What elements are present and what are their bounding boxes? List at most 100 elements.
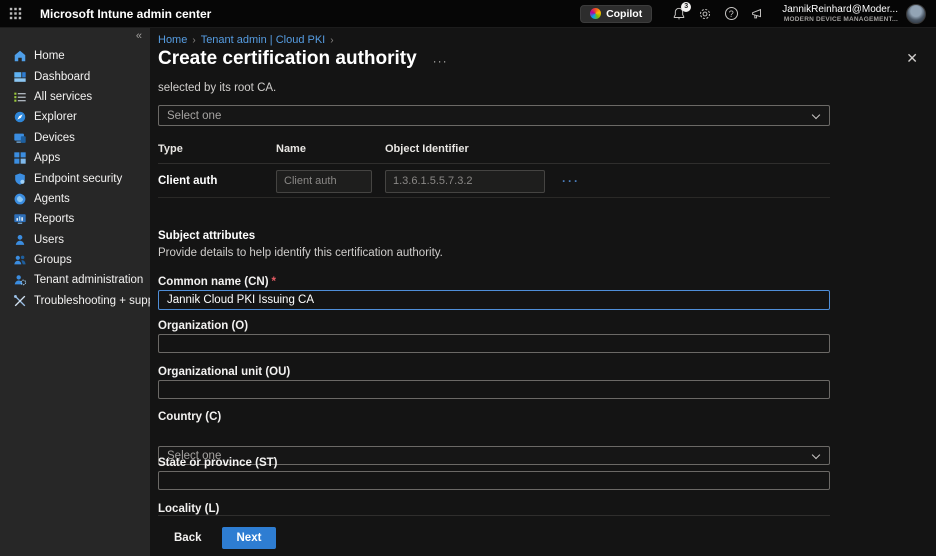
- subject-attributes-description: Provide details to help identify this ce…: [158, 247, 443, 259]
- sidebar-item-label: Tenant administration: [34, 274, 143, 286]
- sidebar-item-label: Reports: [34, 213, 74, 225]
- page-title-row: Create certification authority ···: [158, 48, 448, 70]
- common-name-input[interactable]: [158, 290, 830, 310]
- common-name-label-text: Common name (CN): [158, 276, 269, 288]
- sidebar-item-label: Dashboard: [34, 71, 90, 83]
- user-name: JannikReinhard@Moder...: [782, 4, 898, 16]
- eku-type-value: Client auth: [158, 175, 276, 187]
- troubleshooting-tools-icon: [13, 294, 27, 308]
- sidebar-item-explorer[interactable]: Explorer: [0, 107, 150, 127]
- locality-label: Locality (L): [158, 503, 219, 515]
- agents-icon: [13, 192, 27, 206]
- all-services-icon: [13, 90, 27, 104]
- organization-label: Organization (O): [158, 320, 248, 332]
- breadcrumb-tenant-admin-cloud-pki[interactable]: Tenant admin | Cloud PKI: [201, 34, 326, 46]
- breadcrumb-separator: ›: [192, 35, 195, 46]
- sidebar-item-troubleshooting[interactable]: Troubleshooting + support: [0, 291, 150, 311]
- user-organization: MODERN DEVICE MANAGEMENT...: [782, 16, 898, 23]
- waffle-grid-icon: [9, 7, 22, 20]
- app-title[interactable]: Microsoft Intune admin center: [40, 7, 211, 21]
- sidebar-item-label: Users: [34, 234, 64, 246]
- sidebar-item-endpoint-security[interactable]: Endpoint security: [0, 168, 150, 188]
- organization-input[interactable]: [158, 334, 830, 353]
- sidebar-item-dashboard[interactable]: Dashboard: [0, 66, 150, 86]
- organizational-unit-label: Organizational unit (OU): [158, 366, 290, 378]
- sidebar-item-label: Devices: [34, 132, 75, 144]
- sidebar-item-label: Groups: [34, 254, 72, 266]
- sidebar-collapse-button[interactable]: «: [136, 30, 142, 42]
- common-name-label: Common name (CN)*: [158, 276, 276, 288]
- dashboard-icon: [13, 70, 27, 84]
- sidebar-item-agents[interactable]: Agents: [0, 189, 150, 209]
- breadcrumb-separator: ›: [330, 35, 333, 46]
- eku-name-input: [276, 170, 372, 193]
- column-name: Name: [276, 143, 385, 155]
- sidebar-item-home[interactable]: Home: [0, 46, 150, 66]
- sidebar-item-label: Endpoint security: [34, 173, 122, 185]
- back-button[interactable]: Back: [168, 528, 208, 548]
- title-overflow-menu-icon[interactable]: ···: [433, 50, 448, 68]
- sidebar-item-label: Agents: [34, 193, 70, 205]
- sidebar-item-devices[interactable]: Devices: [0, 128, 150, 148]
- top-bar: Microsoft Intune admin center Copilot 3 …: [0, 0, 936, 28]
- apps-icon: [13, 151, 27, 165]
- breadcrumb: Home › Tenant admin | Cloud PKI ›: [158, 34, 334, 46]
- chevron-down-icon: [812, 451, 820, 459]
- sidebar-item-label: All services: [34, 91, 92, 103]
- column-object-identifier: Object Identifier: [385, 143, 469, 155]
- sidebar-item-label: Home: [34, 50, 65, 62]
- sidebar-item-tenant-administration[interactable]: Tenant administration: [0, 270, 150, 290]
- endpoint-security-shield-icon: [13, 172, 27, 186]
- panel-create-certification-authority: Home › Tenant admin | Cloud PKI › Create…: [150, 28, 936, 556]
- sidebar-item-groups[interactable]: Groups: [0, 250, 150, 270]
- feedback-megaphone-icon: [750, 7, 764, 21]
- subject-attributes-heading: Subject attributes: [158, 230, 255, 242]
- sidebar-item-label: Troubleshooting + support: [34, 295, 168, 307]
- root-ca-select[interactable]: Select one: [158, 105, 830, 126]
- eku-table-header: Type Name Object Identifier: [158, 143, 830, 164]
- settings-button[interactable]: [692, 1, 718, 27]
- gear-icon: [698, 7, 712, 21]
- groups-icon: [13, 253, 27, 267]
- account-menu[interactable]: JannikReinhard@Moder... MODERN DEVICE MA…: [782, 4, 898, 23]
- app-launcher-icon[interactable]: [0, 0, 30, 28]
- breadcrumb-home[interactable]: Home: [158, 34, 187, 46]
- sidebar-item-reports[interactable]: Reports: [0, 209, 150, 229]
- notifications-button[interactable]: 3: [666, 1, 692, 27]
- chevron-down-icon: [812, 111, 820, 119]
- row-menu-button[interactable]: ···: [562, 174, 580, 188]
- home-icon: [13, 49, 27, 63]
- copilot-button[interactable]: Copilot: [580, 5, 652, 23]
- feedback-button[interactable]: [744, 1, 770, 27]
- footer-divider: [158, 515, 830, 516]
- help-button[interactable]: ?: [718, 1, 744, 27]
- sidebar-item-label: Explorer: [34, 111, 77, 123]
- table-row: Client auth ···: [158, 165, 830, 198]
- column-type: Type: [158, 143, 276, 155]
- help-icon: ?: [725, 7, 738, 20]
- notification-badge: 3: [681, 2, 691, 12]
- next-button[interactable]: Next: [222, 527, 277, 549]
- state-province-input[interactable]: [158, 471, 830, 490]
- avatar[interactable]: [906, 4, 926, 24]
- devices-icon: [13, 131, 27, 145]
- intro-text: selected by its root CA.: [158, 82, 276, 94]
- sidebar-item-all-services[interactable]: All services: [0, 87, 150, 107]
- country-label: Country (C): [158, 411, 221, 423]
- copilot-label: Copilot: [606, 8, 642, 20]
- required-marker: *: [272, 276, 276, 288]
- sidebar-item-users[interactable]: Users: [0, 230, 150, 250]
- wizard-footer: Back Next: [150, 515, 936, 556]
- state-province-label: State or province (ST): [158, 457, 278, 469]
- page-title: Create certification authority: [158, 48, 417, 70]
- eku-oid-input: [385, 170, 545, 193]
- tenant-administration-icon: [13, 273, 27, 287]
- sidebar-nav: Home Dashboard All services Explorer Dev…: [0, 46, 150, 311]
- sidebar-item-apps[interactable]: Apps: [0, 148, 150, 168]
- close-icon[interactable]: ✕: [906, 50, 918, 67]
- sidebar: « Home Dashboard All services Explorer D…: [0, 28, 150, 556]
- root-ca-select-placeholder: Select one: [167, 110, 221, 122]
- copilot-icon: [590, 8, 601, 19]
- organizational-unit-input[interactable]: [158, 380, 830, 399]
- sidebar-item-label: Apps: [34, 152, 60, 164]
